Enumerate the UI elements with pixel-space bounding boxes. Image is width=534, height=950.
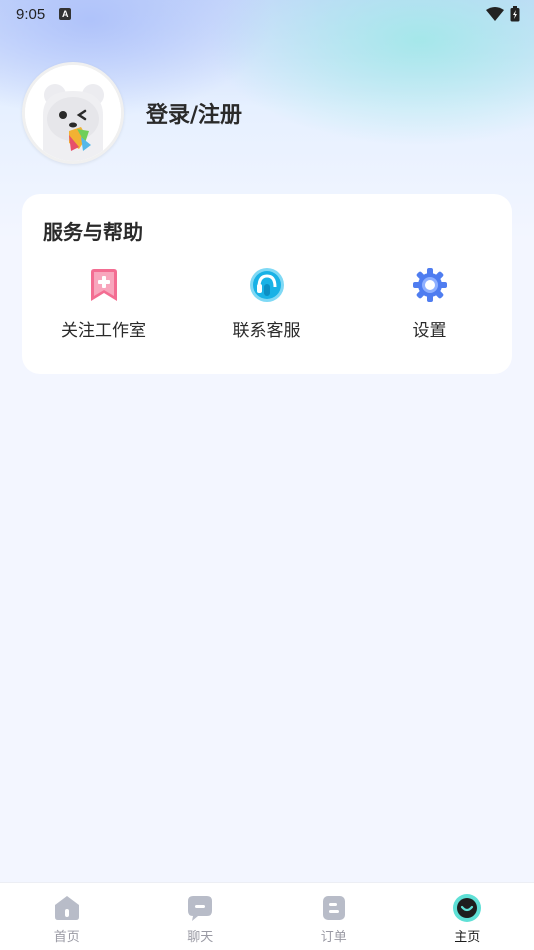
bookmark-plus-icon bbox=[85, 266, 123, 304]
tab-home-label: 首页 bbox=[53, 930, 80, 945]
bottom-tab-bar: 首页 聊天 订单 主页 bbox=[0, 882, 534, 950]
status-time: 9:05 bbox=[16, 5, 46, 23]
profile-header[interactable]: 登录/注册 bbox=[22, 62, 242, 164]
avatar[interactable] bbox=[22, 62, 124, 164]
tab-profile[interactable]: 主页 bbox=[401, 883, 534, 950]
profile-icon bbox=[452, 893, 482, 923]
services-grid: 关注工作室 联系客服 设置 bbox=[22, 266, 512, 341]
tab-orders-label: 订单 bbox=[320, 930, 347, 945]
contact-support-button[interactable]: 联系客服 bbox=[185, 266, 348, 341]
notification-icon: A bbox=[59, 8, 72, 20]
follow-studio-label: 关注工作室 bbox=[61, 321, 146, 341]
wifi-icon bbox=[486, 7, 504, 25]
headset-icon bbox=[248, 266, 286, 304]
chat-icon bbox=[185, 893, 215, 923]
settings-button[interactable]: 设置 bbox=[348, 266, 511, 341]
tab-home[interactable]: 首页 bbox=[0, 883, 134, 950]
tab-orders[interactable]: 订单 bbox=[267, 883, 401, 950]
services-card: 服务与帮助 关注工作室 联系客服 设置 bbox=[22, 194, 512, 374]
status-indicators bbox=[486, 6, 520, 26]
gear-icon bbox=[411, 266, 449, 304]
tab-chat-label: 聊天 bbox=[187, 930, 214, 945]
tab-chat[interactable]: 聊天 bbox=[134, 883, 268, 950]
tab-profile-label: 主页 bbox=[454, 930, 481, 945]
login-register-link[interactable]: 登录/注册 bbox=[146, 97, 242, 129]
status-bar: 9:05 A bbox=[0, 0, 534, 28]
order-icon bbox=[319, 893, 349, 923]
home-icon bbox=[52, 893, 82, 923]
services-title: 服务与帮助 bbox=[43, 220, 143, 244]
panda-avatar-icon bbox=[25, 65, 121, 161]
contact-support-label: 联系客服 bbox=[232, 321, 301, 341]
settings-label: 设置 bbox=[412, 321, 447, 341]
follow-studio-button[interactable]: 关注工作室 bbox=[22, 266, 185, 341]
battery-icon bbox=[510, 6, 520, 26]
